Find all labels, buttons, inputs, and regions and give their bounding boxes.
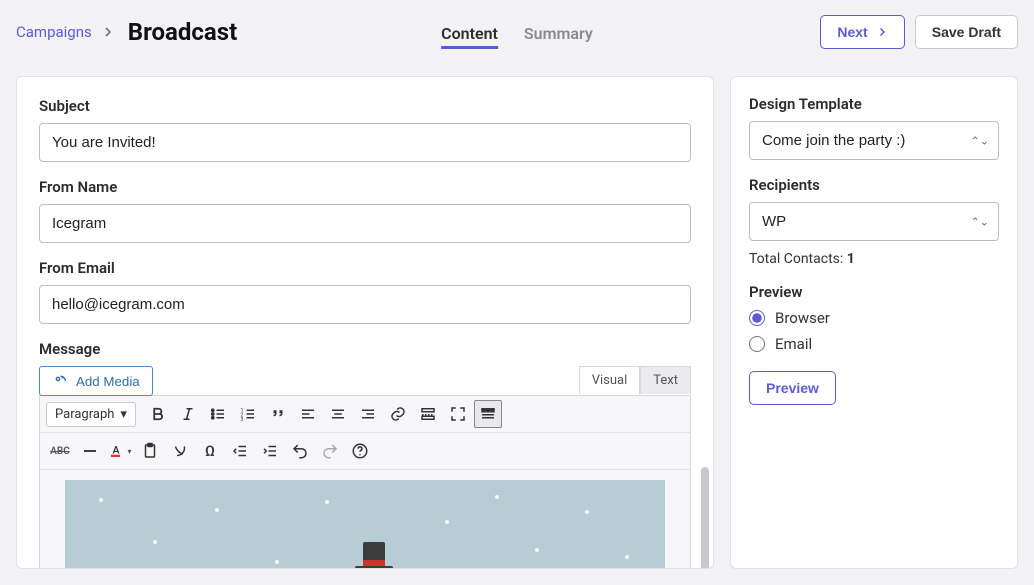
- design-template-field: Design Template Come join the party :) ⌃…: [749, 95, 999, 160]
- from-email-input[interactable]: [39, 285, 691, 324]
- message-label: Message: [39, 340, 691, 358]
- save-draft-button[interactable]: Save Draft: [915, 15, 1018, 49]
- bullet-list-button[interactable]: [204, 400, 232, 428]
- editor-mode-tabs: Visual Text: [579, 366, 691, 394]
- chevron-right-icon: [100, 24, 116, 40]
- svg-text:A: A: [113, 443, 120, 456]
- preview-option-email[interactable]: Email: [749, 335, 999, 353]
- align-left-button[interactable]: [294, 400, 322, 428]
- from-name-label: From Name: [39, 178, 691, 196]
- next-button-label: Next: [837, 24, 867, 40]
- blockquote-button[interactable]: [264, 400, 292, 428]
- total-contacts: Total Contacts: 1: [749, 251, 999, 267]
- page-body: Subject From Name From Email Message Add…: [0, 64, 1034, 585]
- breadcrumb-campaigns-link[interactable]: Campaigns: [16, 23, 92, 41]
- chevron-right-icon: [876, 26, 888, 38]
- link-button[interactable]: [384, 400, 412, 428]
- recipients-label: Recipients: [749, 176, 999, 194]
- help-button[interactable]: [346, 437, 374, 465]
- radio-email[interactable]: [749, 336, 765, 352]
- add-media-button[interactable]: Add Media: [39, 366, 153, 396]
- paste-text-button[interactable]: [136, 437, 164, 465]
- header-actions: Next Save Draft: [820, 15, 1018, 49]
- svg-text:3: 3: [240, 417, 243, 423]
- email-content-preview: [65, 480, 665, 569]
- preview-button[interactable]: Preview: [749, 371, 836, 405]
- redo-button[interactable]: [316, 437, 344, 465]
- design-template-label: Design Template: [749, 95, 999, 113]
- top-bar: Campaigns Broadcast Content Summary Next…: [0, 0, 1034, 64]
- step-tabs: Content Summary: [441, 6, 593, 59]
- from-name-input[interactable]: [39, 204, 691, 243]
- snowman-hat-icon: [345, 536, 405, 569]
- format-select[interactable]: Paragraph ▾: [46, 402, 136, 427]
- numbered-list-button[interactable]: 123: [234, 400, 262, 428]
- media-icon: [52, 373, 68, 389]
- caret-down-icon: ▾: [120, 407, 127, 422]
- tab-content[interactable]: Content: [441, 6, 498, 59]
- message-field: Message Add Media Visual Text Paragraph: [39, 340, 691, 569]
- editor-toolbar-row1: Paragraph ▾ 123: [40, 396, 690, 433]
- undo-button[interactable]: [286, 437, 314, 465]
- align-right-button[interactable]: [354, 400, 382, 428]
- tab-summary[interactable]: Summary: [524, 6, 593, 59]
- next-button[interactable]: Next: [820, 15, 904, 49]
- indent-button[interactable]: [256, 437, 284, 465]
- main-panel: Subject From Name From Email Message Add…: [16, 76, 714, 569]
- side-panel: Design Template Come join the party :) ⌃…: [730, 76, 1018, 569]
- editor-toolbar-row2: ABC A▾ Ω: [40, 433, 690, 470]
- clear-formatting-button[interactable]: [166, 437, 194, 465]
- from-email-field: From Email: [39, 259, 691, 324]
- total-contacts-value: 1: [847, 251, 855, 267]
- design-template-select[interactable]: Come join the party :): [749, 121, 999, 160]
- toolbar-toggle-button[interactable]: [474, 400, 502, 428]
- recipients-field: Recipients WP ⌃⌄: [749, 176, 999, 241]
- strikethrough-button[interactable]: ABC: [46, 437, 74, 465]
- editor-tab-text[interactable]: Text: [640, 366, 691, 394]
- outdent-button[interactable]: [226, 437, 254, 465]
- read-more-button[interactable]: [414, 400, 442, 428]
- italic-button[interactable]: [174, 400, 202, 428]
- subject-label: Subject: [39, 97, 691, 115]
- scrollbar[interactable]: [701, 467, 709, 569]
- add-media-label: Add Media: [76, 374, 140, 389]
- align-center-button[interactable]: [324, 400, 352, 428]
- subject-input[interactable]: [39, 123, 691, 162]
- horizontal-rule-button[interactable]: [76, 437, 104, 465]
- preview-label: Preview: [749, 283, 999, 301]
- from-name-field: From Name: [39, 178, 691, 243]
- radio-browser[interactable]: [749, 310, 765, 326]
- special-char-button[interactable]: Ω: [196, 437, 224, 465]
- breadcrumb: Campaigns Broadcast: [16, 18, 237, 46]
- editor-canvas[interactable]: [50, 480, 680, 569]
- preview-option-browser[interactable]: Browser: [749, 309, 999, 327]
- from-email-label: From Email: [39, 259, 691, 277]
- subject-field: Subject: [39, 97, 691, 162]
- bold-button[interactable]: [144, 400, 172, 428]
- fullscreen-button[interactable]: [444, 400, 472, 428]
- page-title: Broadcast: [128, 18, 237, 46]
- recipients-select[interactable]: WP: [749, 202, 999, 241]
- text-color-button[interactable]: A▾: [106, 437, 134, 465]
- wysiwyg-editor: Paragraph ▾ 123 AB: [39, 395, 691, 569]
- editor-tab-visual[interactable]: Visual: [579, 366, 641, 394]
